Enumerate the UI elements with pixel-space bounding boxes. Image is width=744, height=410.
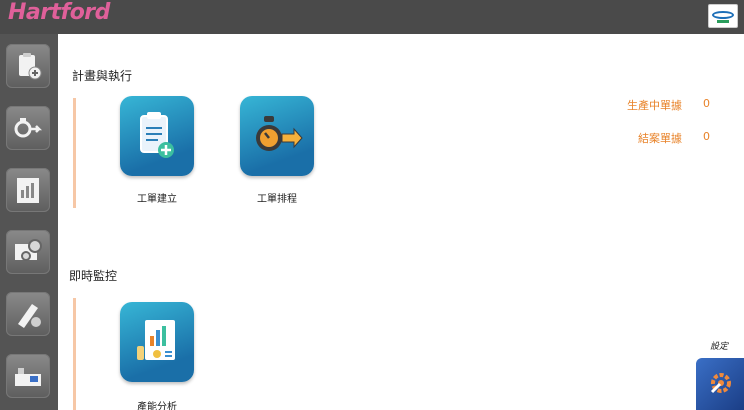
tool-icon — [18, 304, 41, 328]
sidebar-item-factory[interactable] — [6, 354, 50, 398]
tile-capacity-analysis[interactable] — [120, 302, 194, 382]
stat-value-in-production: 0 — [703, 97, 710, 110]
tile-work-order-create[interactable] — [120, 96, 194, 176]
brand-logo: Hartford — [8, 0, 110, 25]
tile-label-work-order-schedule: 工單排程 — [257, 194, 297, 205]
factory-icon — [15, 368, 41, 386]
stat-label-in-production: 生產中單據 — [627, 99, 682, 112]
report-icon — [17, 178, 39, 203]
sidebar-item-schedule[interactable] — [6, 106, 50, 150]
section-title-planning: 計畫與執行 — [72, 69, 133, 83]
tile-work-order-schedule[interactable] — [240, 96, 314, 176]
section-title-monitoring: 即時監控 — [69, 269, 118, 283]
stat-value-closed: 0 — [703, 130, 710, 143]
stat-label-closed: 結案單據 — [638, 132, 682, 145]
gear-wrench-icon — [710, 373, 731, 394]
clipboard-add-icon — [140, 112, 174, 158]
sidebar-item-tool[interactable] — [6, 292, 50, 336]
company-logo-icon[interactable] — [708, 4, 738, 28]
top-bar: Hartford — [0, 0, 744, 34]
timer-arrow-icon — [256, 116, 303, 151]
sidebar-item-machine[interactable] — [6, 230, 50, 274]
timer-arrow-icon — [14, 118, 43, 138]
sidebar-item-work-order[interactable] — [6, 44, 50, 88]
tile-label-capacity-analysis: 產能分析 — [137, 402, 177, 410]
settings-label: 設定 — [710, 342, 729, 352]
section-divider — [73, 298, 76, 410]
analytics-report-icon — [137, 320, 175, 360]
section-divider — [73, 98, 76, 208]
clipboard-add-icon — [19, 53, 42, 80]
sidebar — [0, 34, 58, 410]
settings-button[interactable] — [696, 358, 744, 410]
machine-gear-icon — [15, 239, 42, 261]
sidebar-item-report[interactable] — [6, 168, 50, 212]
tile-label-work-order-create: 工單建立 — [137, 194, 177, 205]
